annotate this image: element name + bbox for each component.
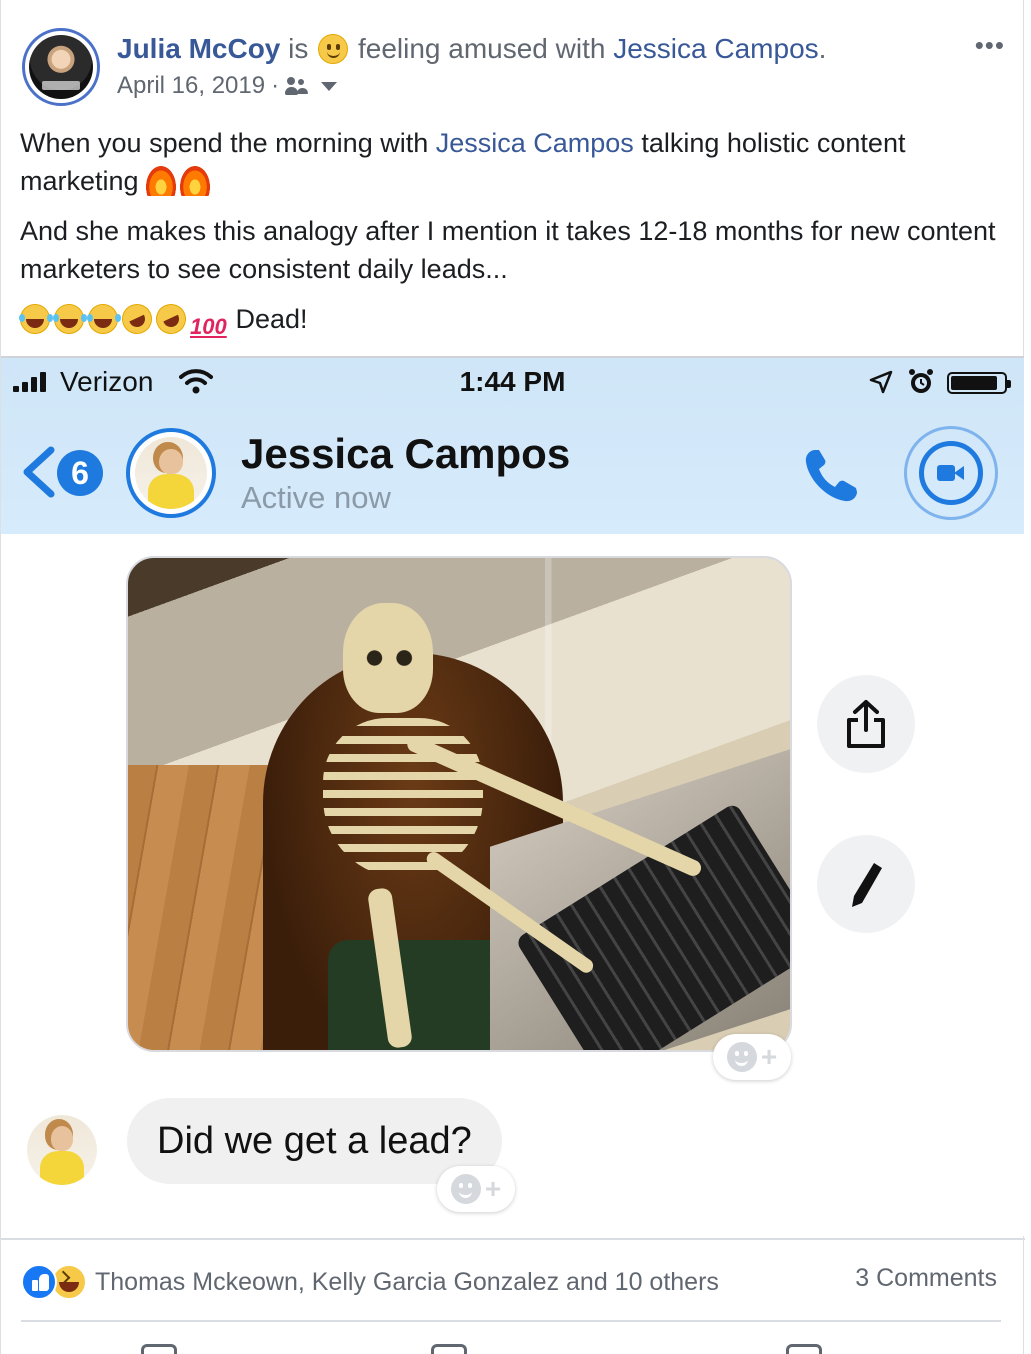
contact-avatar[interactable] — [126, 428, 216, 518]
tears-of-joy-icon — [53, 304, 84, 334]
smiley-icon — [726, 1042, 757, 1072]
post-date-link[interactable]: April 16, 2019 — [117, 72, 265, 100]
meme-ribs — [323, 718, 483, 878]
meme-skull — [343, 603, 433, 713]
post-image[interactable]: Verizon 1:44 PM 6 Jessica Campos Active … — [1, 356, 1024, 1236]
mention-link[interactable]: Jessica Campos — [436, 128, 634, 158]
author-avatar[interactable] — [22, 28, 100, 106]
tagged-user-link[interactable]: Jessica Campos — [613, 33, 818, 64]
tears-of-joy-icon — [19, 304, 50, 334]
fire-icon — [146, 166, 177, 196]
rolling-laughing-icon — [151, 299, 191, 339]
skeleton-meme-image[interactable] — [126, 556, 792, 1052]
author-photo — [29, 35, 93, 99]
header-verb: is — [288, 33, 309, 64]
comment-action-icon[interactable] — [431, 1344, 467, 1354]
like-icon — [21, 1264, 57, 1300]
plus-icon: + — [484, 1173, 502, 1204]
divider — [1, 1238, 1025, 1240]
reaction-summary[interactable]: Thomas Mckeown, Kelly Garcia Gonzalez an… — [21, 1264, 719, 1300]
more-options-icon[interactable]: ••• — [975, 30, 1005, 61]
hundred-points-icon: 100 — [190, 314, 227, 339]
header-period: . — [818, 33, 827, 64]
post-text-paragraph-2: And she makes this analogy after I menti… — [20, 216, 996, 284]
meta-separator: · — [271, 72, 280, 99]
p3-text: Dead! — [228, 304, 308, 334]
share-icon — [847, 700, 885, 748]
rolling-laughing-icon — [117, 299, 157, 339]
phone-status-bar: Verizon 1:44 PM — [1, 358, 1024, 408]
battery-icon — [947, 372, 1011, 394]
post-meta: April 16, 2019 · — [117, 72, 338, 100]
reactors-text[interactable]: Thomas Mckeown, Kelly Garcia Gonzalez an… — [95, 1268, 719, 1297]
add-reaction-button[interactable]: + — [713, 1034, 791, 1080]
plus-icon: + — [760, 1041, 778, 1072]
feeling-text: feeling amused with — [357, 33, 606, 64]
alarm-icon — [909, 369, 933, 393]
post-text-paragraph-1: When you spend the morning with Jessica … — [20, 124, 1010, 200]
sender-photo — [27, 1115, 97, 1185]
smiley-icon — [318, 34, 349, 64]
comments-count-link[interactable]: 3 Comments — [855, 1264, 997, 1293]
pencil-icon — [852, 863, 882, 907]
author-name-link[interactable]: Julia McCoy — [117, 33, 280, 64]
unread-count-badge[interactable]: 6 — [57, 450, 103, 496]
location-arrow-icon — [869, 370, 893, 394]
phone-icon[interactable] — [801, 446, 861, 506]
add-reaction-button[interactable]: + — [437, 1166, 515, 1212]
back-chevron-icon[interactable] — [19, 446, 59, 498]
tears-of-joy-icon — [87, 304, 118, 334]
post-header: Julia McCoy is feeling amused with Jessi… — [117, 32, 826, 66]
chevron-down-icon[interactable] — [321, 81, 338, 91]
p1-text-before: When you spend the morning with — [20, 128, 436, 158]
like-action-icon[interactable] — [141, 1344, 177, 1354]
post-text-paragraph-3: 100 Dead! — [19, 299, 1010, 339]
smiley-icon — [450, 1174, 481, 1204]
share-action-icon[interactable] — [786, 1344, 822, 1354]
contact-name[interactable]: Jessica Campos — [241, 430, 570, 478]
facebook-post: Julia McCoy is feeling amused with Jessi… — [0, 0, 1025, 1354]
share-button[interactable] — [817, 675, 915, 773]
video-camera-icon — [919, 441, 983, 505]
sender-avatar[interactable] — [27, 1115, 97, 1185]
edit-button[interactable] — [817, 835, 915, 933]
video-call-button[interactable] — [904, 426, 998, 520]
contact-status: Active now — [241, 480, 391, 515]
divider — [21, 1320, 1001, 1322]
fire-icon — [180, 166, 211, 196]
contact-photo — [135, 437, 207, 509]
friends-icon[interactable] — [285, 77, 311, 95]
